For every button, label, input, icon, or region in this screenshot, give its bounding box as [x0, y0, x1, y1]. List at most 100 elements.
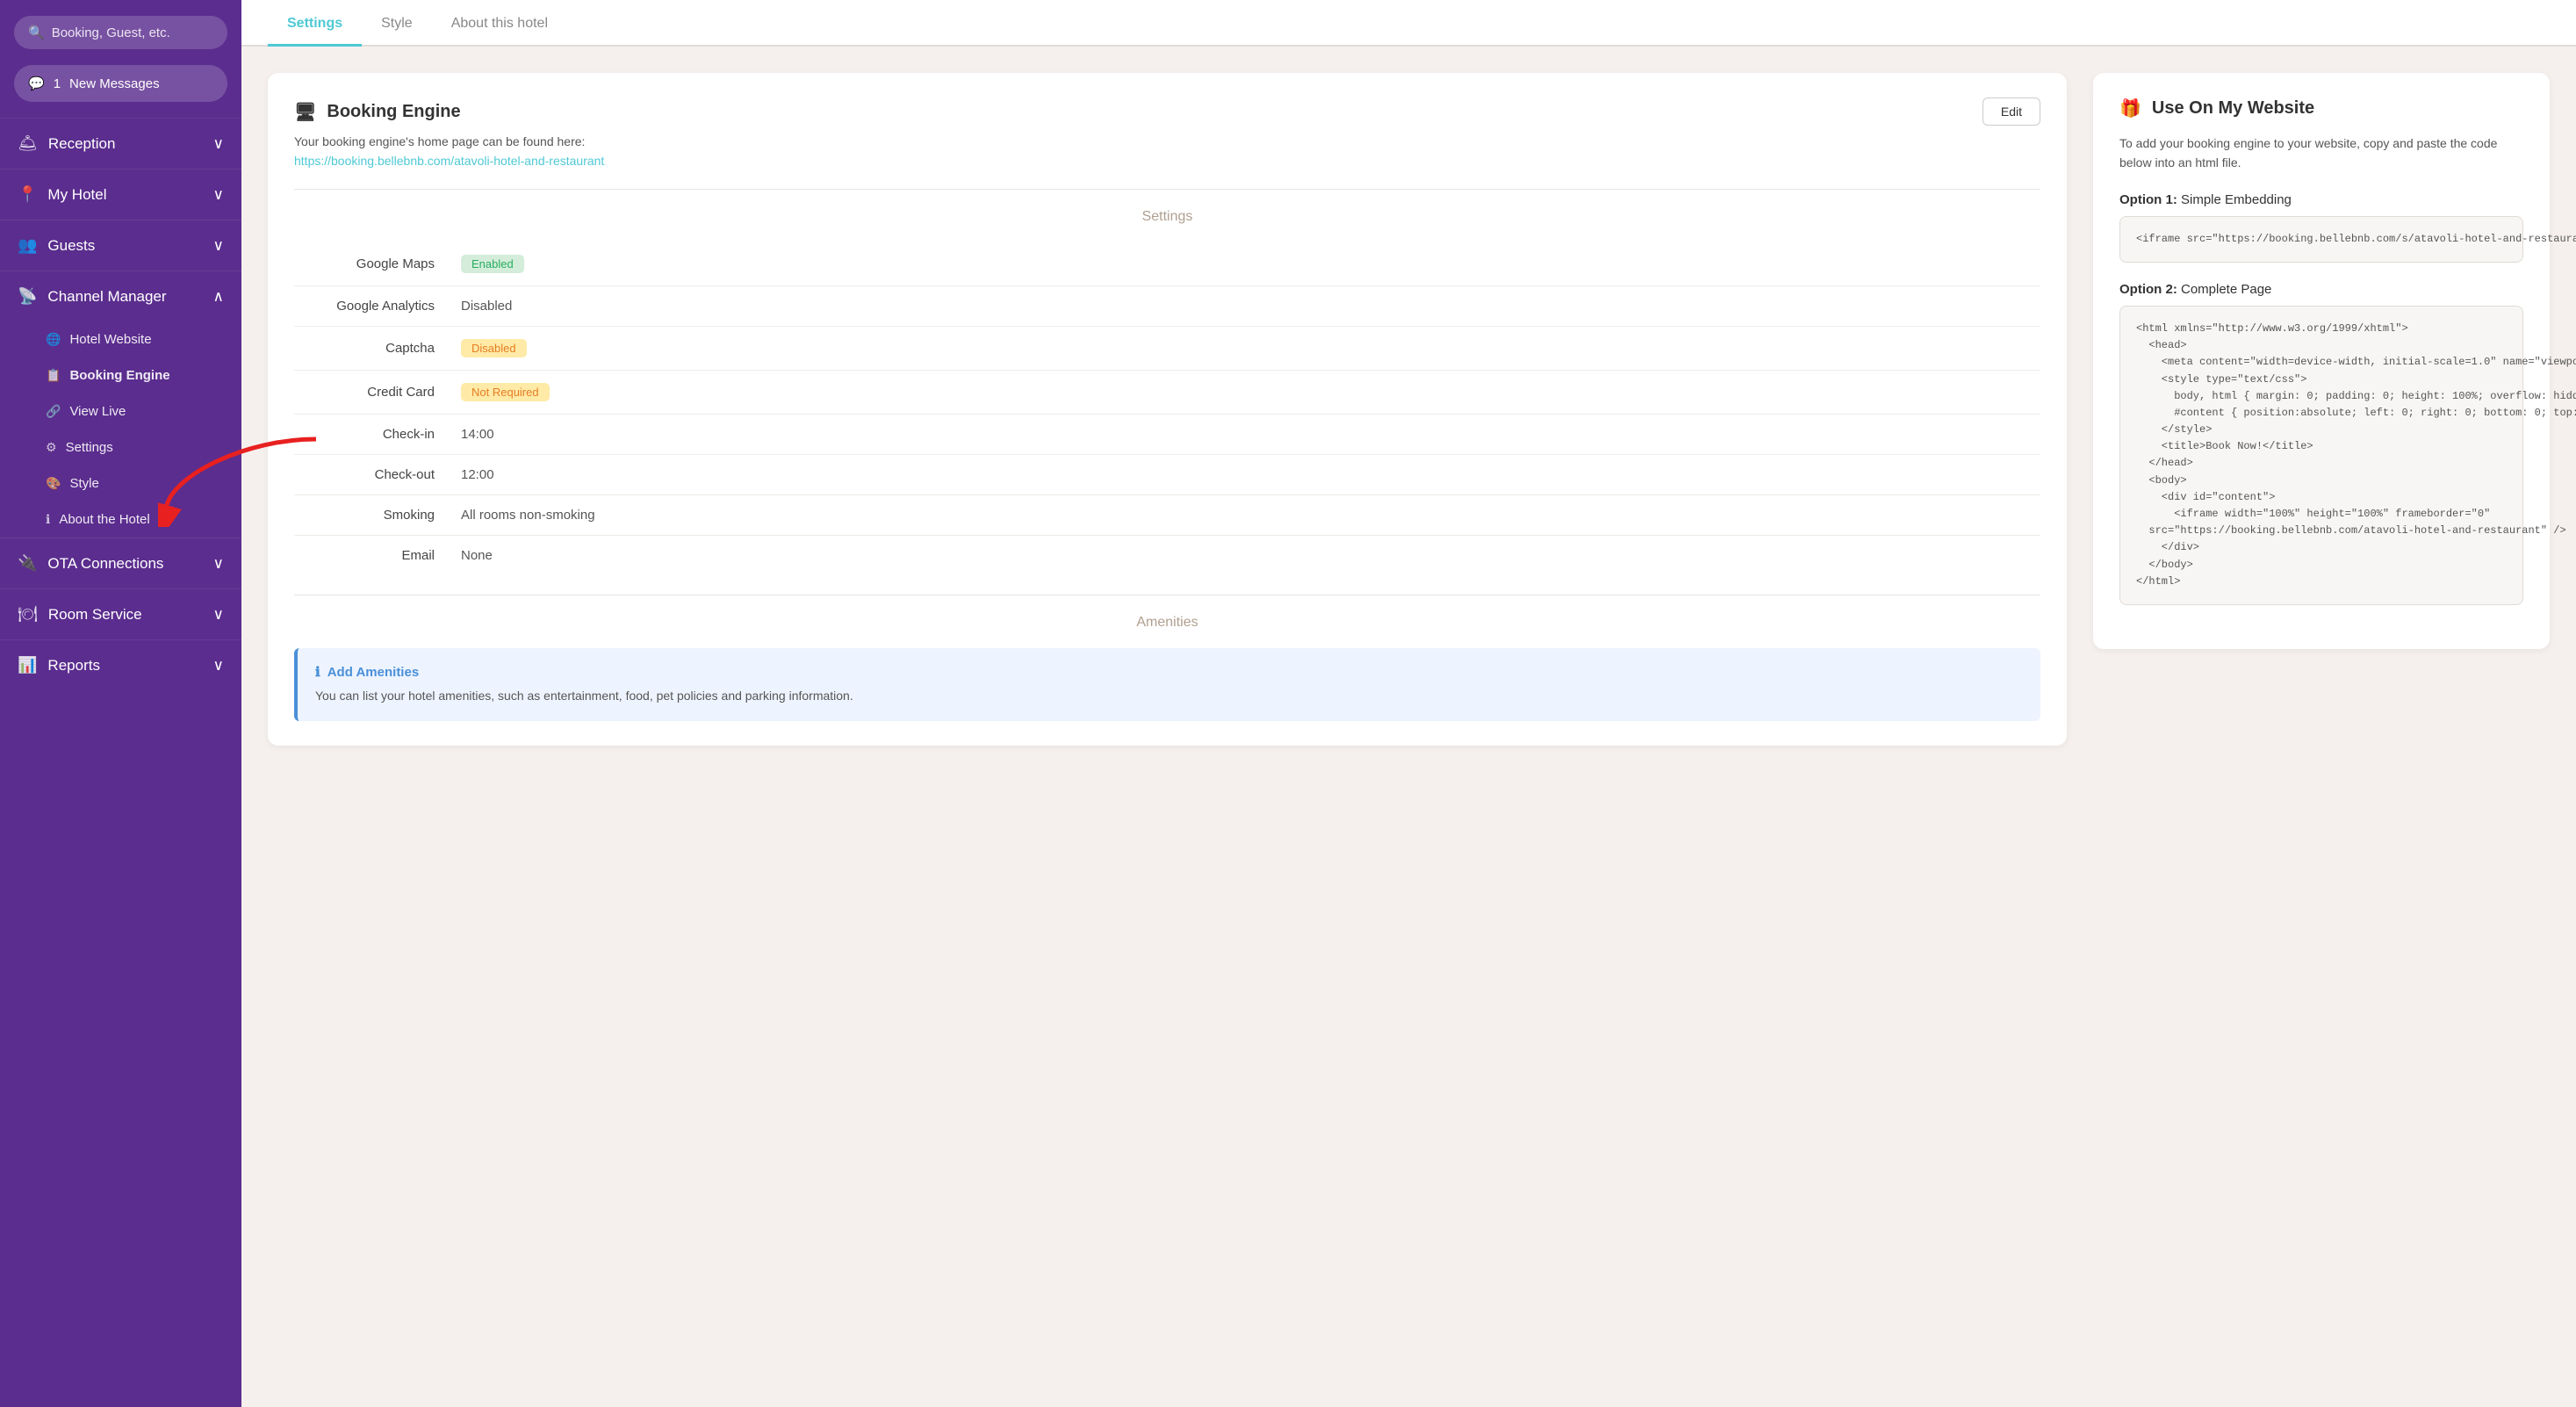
reception-icon: 🛎 — [18, 134, 38, 153]
sidebar-label-reports: Reports — [47, 657, 100, 675]
channel-manager-icon: 📡 — [18, 287, 37, 306]
booking-engine-card: 🖥 Booking Engine Edit Your booking engin… — [268, 73, 2067, 746]
settings-row-checkout: Check-out 12:00 — [294, 455, 2040, 495]
amenities-desc: You can list your hotel amenities, such … — [315, 687, 2023, 705]
sidebar-item-style[interactable]: 🎨 Style — [0, 465, 241, 501]
label-checkin: Check-in — [294, 427, 435, 442]
settings-grid: Google Maps Enabled Google Analytics Dis… — [294, 242, 2040, 575]
label-google-maps: Google Maps — [294, 256, 435, 271]
edit-button[interactable]: Edit — [1982, 97, 2040, 126]
chevron-icon-hotel: ∨ — [213, 186, 224, 204]
search-bar[interactable]: 🔍 Booking, Guest, etc. — [14, 16, 227, 49]
reports-icon: 📊 — [18, 656, 37, 675]
view-live-icon: 🔗 — [46, 404, 61, 419]
sidebar-label-hotel-website: Hotel Website — [69, 332, 151, 347]
sidebar-item-booking-engine[interactable]: 📋 Booking Engine — [0, 357, 241, 393]
chevron-icon: ∨ — [213, 135, 224, 153]
sidebar-item-room-service[interactable]: 🍽 Room Service ∨ — [0, 588, 241, 639]
ota-icon: 🔌 — [18, 554, 37, 573]
sidebar-label-reception: Reception — [48, 135, 116, 153]
search-icon: 🔍 — [28, 25, 45, 40]
value-google-analytics: Disabled — [461, 299, 512, 314]
sidebar-item-my-hotel[interactable]: 📍 My Hotel ∨ — [0, 169, 241, 220]
settings-row-credit-card: Credit Card Not Required — [294, 371, 2040, 415]
code-box-option1: <iframe src="https://booking.bellebnb.co… — [2119, 216, 2523, 263]
card-header: 🖥 Booking Engine Edit — [294, 97, 2040, 126]
booking-engine-link[interactable]: https://booking.bellebnb.com/atavoli-hot… — [294, 154, 604, 168]
sidebar-item-hotel-website[interactable]: 🌐 Hotel Website — [0, 321, 241, 357]
sidebar-item-view-live[interactable]: 🔗 View Live — [0, 393, 241, 429]
booking-engine-desc: Your booking engine's home page can be f… — [294, 134, 2040, 148]
sidebar-label-room-service: Room Service — [48, 606, 142, 624]
guests-icon: 👥 — [18, 236, 37, 255]
sidebar-item-channel-manager[interactable]: 📡 Channel Manager ∧ — [0, 271, 241, 321]
card-title: 🖥 Booking Engine — [294, 101, 461, 123]
amenities-title: ℹ Add Amenities — [315, 664, 2023, 680]
value-checkout: 12:00 — [461, 467, 494, 482]
label-google-analytics: Google Analytics — [294, 299, 435, 314]
label-credit-card: Credit Card — [294, 385, 435, 400]
sidebar-item-guests[interactable]: 👥 Guests ∨ — [0, 220, 241, 271]
style-icon: 🎨 — [46, 476, 61, 491]
settings-row-email: Email None — [294, 536, 2040, 575]
value-google-maps: Enabled — [461, 255, 524, 273]
divider-1 — [294, 189, 2040, 190]
chevron-icon-guests: ∨ — [213, 237, 224, 255]
sidebar-label-style: Style — [69, 476, 98, 491]
amenities-box: ℹ Add Amenities You can list your hotel … — [294, 648, 2040, 721]
settings-row-smoking: Smoking All rooms non-smoking — [294, 495, 2040, 536]
sidebar-item-reception[interactable]: 🛎 Reception ∨ — [0, 118, 241, 169]
content-area: 🖥 Booking Engine Edit Your booking engin… — [241, 47, 2576, 1407]
sidebar-item-about-hotel[interactable]: ℹ About the Hotel — [0, 501, 241, 538]
booking-engine-icon: 📋 — [46, 368, 61, 383]
website-widget-desc: To add your booking engine to your websi… — [2119, 133, 2523, 173]
tab-settings[interactable]: Settings — [268, 0, 362, 47]
settings-row-checkin: Check-in 14:00 — [294, 415, 2040, 455]
label-email: Email — [294, 548, 435, 563]
chevron-ota: ∨ — [213, 555, 224, 573]
chevron-up-icon: ∧ — [213, 288, 224, 306]
sidebar-label-settings: Settings — [66, 440, 113, 455]
label-checkout: Check-out — [294, 467, 435, 482]
website-widget-title: 🎁 Use On My Website — [2119, 97, 2523, 119]
option2-label: Option 2: Complete Page — [2119, 282, 2523, 297]
message-icon: 💬 — [28, 76, 45, 91]
new-messages-label: New Messages — [69, 76, 160, 91]
sidebar-label-channel-manager: Channel Manager — [47, 288, 166, 306]
my-hotel-icon: 📍 — [18, 185, 37, 204]
value-smoking: All rooms non-smoking — [461, 508, 595, 523]
hotel-website-icon: 🌐 — [46, 332, 61, 347]
new-messages-button[interactable]: 💬 1 New Messages — [14, 65, 227, 102]
sidebar-item-settings[interactable]: ⚙ Settings — [0, 429, 241, 465]
tab-style[interactable]: Style — [362, 0, 432, 47]
settings-row-google-maps: Google Maps Enabled — [294, 242, 2040, 286]
option1-label: Option 1: Simple Embedding — [2119, 192, 2523, 207]
sidebar-label-ota: OTA Connections — [47, 555, 163, 573]
settings-row-google-analytics: Google Analytics Disabled — [294, 286, 2040, 327]
search-placeholder: Booking, Guest, etc. — [52, 25, 170, 40]
sidebar-label-my-hotel: My Hotel — [47, 186, 106, 204]
code-box-option2: <html xmlns="http://www.w3.org/1999/xhtm… — [2119, 306, 2523, 605]
sidebar-item-reports[interactable]: 📊 Reports ∨ — [0, 639, 241, 690]
gift-icon: 🎁 — [2119, 97, 2141, 119]
tab-about-hotel[interactable]: About this hotel — [432, 0, 567, 47]
sidebar-label-booking-engine: Booking Engine — [69, 368, 169, 383]
chevron-reports: ∨ — [213, 657, 224, 675]
room-service-icon: 🍽 — [18, 605, 38, 624]
sidebar: 🔍 Booking, Guest, etc. 💬 1 New Messages … — [0, 0, 241, 1407]
amenities-section-title: Amenities — [294, 615, 2040, 631]
about-hotel-icon: ℹ — [46, 512, 50, 527]
sidebar-label-view-live: View Live — [69, 404, 126, 419]
settings-icon: ⚙ — [46, 440, 57, 455]
sidebar-item-ota-connections[interactable]: 🔌 OTA Connections ∨ — [0, 538, 241, 588]
value-credit-card: Not Required — [461, 383, 550, 401]
value-checkin: 14:00 — [461, 427, 494, 442]
settings-row-captcha: Captcha Disabled — [294, 327, 2040, 371]
label-captcha: Captcha — [294, 341, 435, 356]
label-smoking: Smoking — [294, 508, 435, 523]
booking-engine-card-icon: 🖥 — [294, 101, 316, 123]
main-content: Settings Style About this hotel 🖥 Bookin… — [241, 0, 2576, 1407]
tabs-bar: Settings Style About this hotel — [241, 0, 2576, 47]
value-captcha: Disabled — [461, 339, 527, 357]
sidebar-label-about-hotel: About the Hotel — [59, 512, 149, 527]
